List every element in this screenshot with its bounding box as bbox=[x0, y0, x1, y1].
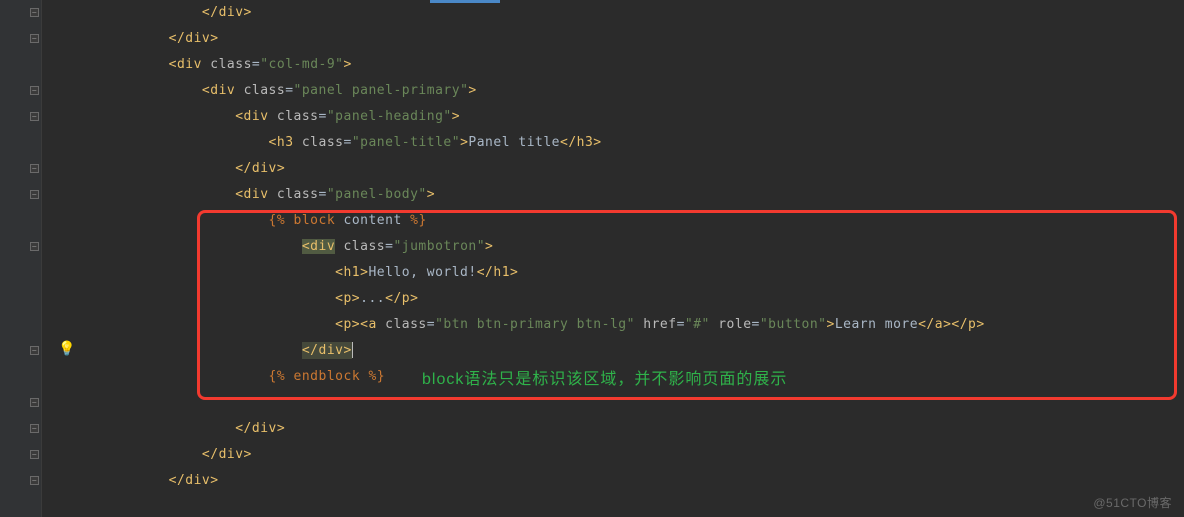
code-line[interactable]: <div class="panel panel-primary"> bbox=[102, 78, 1184, 104]
caret bbox=[352, 342, 353, 358]
fold-marker[interactable]: − bbox=[30, 8, 39, 17]
fold-marker[interactable]: − bbox=[30, 164, 39, 173]
fold-marker[interactable]: − bbox=[30, 346, 39, 355]
code-line[interactable]: <h3 class="panel-title">Panel title</h3> bbox=[102, 130, 1184, 156]
code-line[interactable]: {% block content %} bbox=[102, 208, 1184, 234]
code-line[interactable]: </div> bbox=[102, 338, 1184, 364]
code-line[interactable]: </div> bbox=[102, 26, 1184, 52]
code-line[interactable]: <div class="jumbotron"> bbox=[102, 234, 1184, 260]
code-line[interactable]: <p><a class="btn btn-primary btn-lg" hre… bbox=[102, 312, 1184, 338]
tag: </div> bbox=[169, 31, 219, 46]
watermark: @51CTO博客 bbox=[1093, 494, 1172, 511]
fold-column[interactable]: − − − − − − − − − − − − bbox=[27, 0, 41, 517]
annotation-text: block语法只是标识该区域，并不影响页面的展示 bbox=[422, 365, 787, 389]
fold-marker[interactable]: − bbox=[30, 112, 39, 121]
fold-marker[interactable]: − bbox=[30, 242, 39, 251]
code-line[interactable] bbox=[102, 390, 1184, 416]
code-line[interactable]: <p>...</p> bbox=[102, 286, 1184, 312]
tag: </div> bbox=[202, 5, 252, 20]
code-line[interactable]: <div class="panel-heading"> bbox=[102, 104, 1184, 130]
fold-marker[interactable]: − bbox=[30, 86, 39, 95]
fold-marker[interactable]: − bbox=[30, 190, 39, 199]
fold-marker[interactable]: − bbox=[30, 34, 39, 43]
fold-marker[interactable]: − bbox=[30, 424, 39, 433]
fold-marker[interactable]: − bbox=[30, 450, 39, 459]
code-editor[interactable]: − − − − − − − − − − − − 💡 </div> </div> … bbox=[0, 0, 1184, 517]
gutter[interactable]: − − − − − − − − − − − − bbox=[0, 0, 42, 517]
code-line[interactable]: </div> bbox=[102, 442, 1184, 468]
code-line[interactable]: <h1>Hello, world!</h1> bbox=[102, 260, 1184, 286]
code-line[interactable]: </div> bbox=[102, 156, 1184, 182]
fold-marker[interactable]: − bbox=[30, 476, 39, 485]
code-line[interactable]: </div> bbox=[102, 0, 1184, 26]
code-line[interactable]: <div class="col-md-9"> bbox=[102, 52, 1184, 78]
code-line[interactable]: </div> bbox=[102, 468, 1184, 494]
code-line[interactable]: </div> bbox=[102, 416, 1184, 442]
code-area[interactable]: </div> </div> <div class="col-md-9"> <di… bbox=[42, 0, 1184, 517]
code-line[interactable]: <div class="panel-body"> bbox=[102, 182, 1184, 208]
fold-marker[interactable]: − bbox=[30, 398, 39, 407]
